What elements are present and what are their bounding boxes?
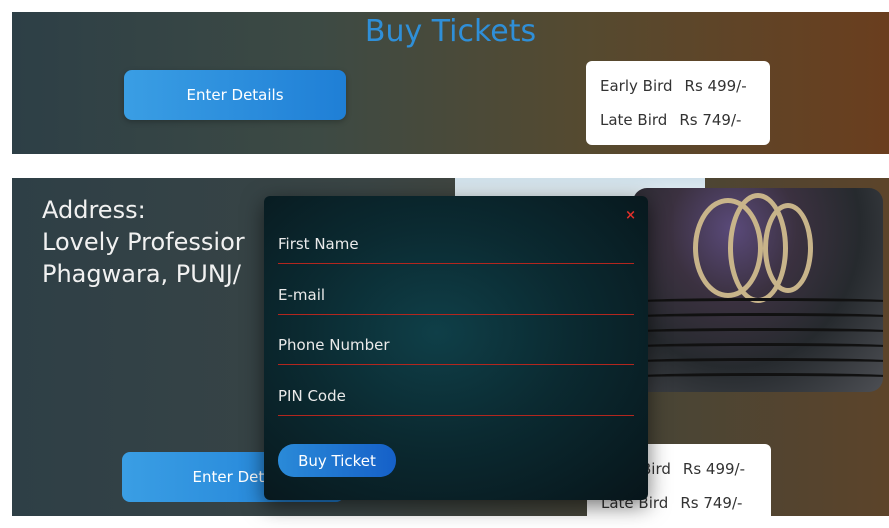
price-row-early-bird: Bird Rs 499/- bbox=[641, 460, 745, 478]
buy-tickets-banner: Buy Tickets Enter Details Early Bird Rs … bbox=[12, 12, 889, 154]
address-text: Address: Lovely Professior Phagwara, PUN… bbox=[42, 196, 245, 288]
phone-placeholder: Phone Number bbox=[278, 336, 390, 354]
price-value: Rs 499/- bbox=[682, 460, 745, 478]
price-label: Late Bird bbox=[600, 111, 668, 129]
enter-details-button[interactable]: Enter Details bbox=[124, 70, 346, 120]
page-title: Buy Tickets bbox=[364, 14, 537, 49]
pin-code-placeholder: PIN Code bbox=[278, 387, 346, 405]
email-placeholder: E-mail bbox=[278, 286, 326, 304]
auditorium-photo bbox=[633, 188, 883, 392]
price-value: Rs 749/- bbox=[680, 494, 743, 512]
ticket-form-modal: × First Name E-mail Phone Number PIN Cod… bbox=[264, 196, 648, 500]
first-name-field[interactable]: First Name bbox=[278, 223, 634, 264]
close-icon[interactable]: × bbox=[625, 208, 636, 223]
price-value: Rs 499/- bbox=[684, 77, 747, 95]
price-card: Early Bird Rs 499/- Late Bird Rs 749/- bbox=[586, 61, 770, 145]
price-label: Early Bird bbox=[600, 77, 673, 95]
price-value: Rs 749/- bbox=[679, 111, 742, 129]
first-name-placeholder: First Name bbox=[278, 235, 359, 253]
buy-ticket-button[interactable]: Buy Ticket bbox=[278, 444, 396, 477]
price-row-early-bird: Early Bird Rs 499/- bbox=[600, 77, 747, 95]
pin-code-field[interactable]: PIN Code bbox=[278, 375, 634, 416]
phone-number-field[interactable]: Phone Number bbox=[278, 324, 634, 365]
price-row-late-bird: Late Bird Rs 749/- bbox=[600, 111, 741, 129]
email-field[interactable]: E-mail bbox=[278, 274, 634, 315]
